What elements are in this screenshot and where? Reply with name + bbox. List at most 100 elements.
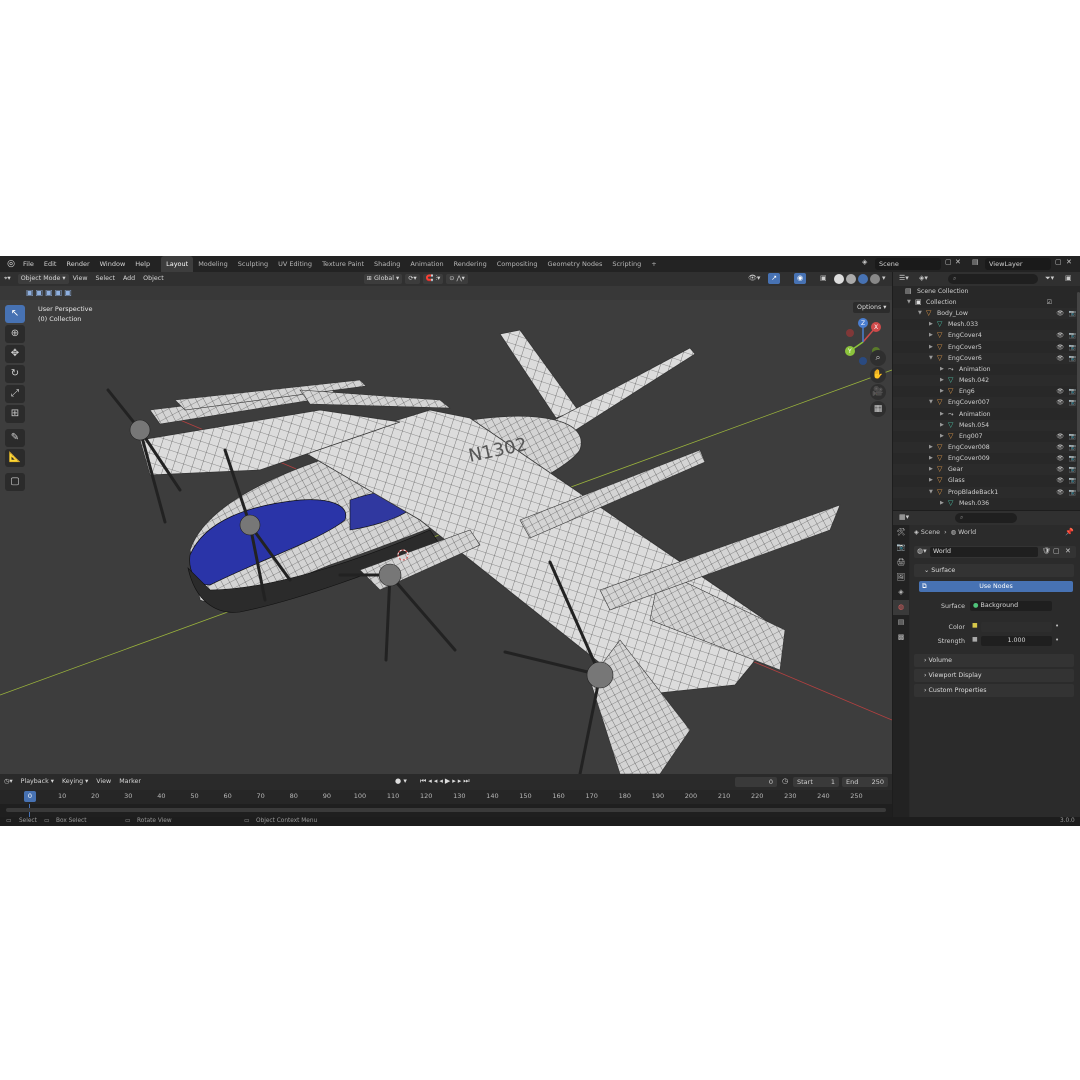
visibility-eye-icon[interactable]: 👁: [1056, 475, 1064, 486]
start-frame-field[interactable]: Start 1: [793, 777, 839, 787]
menu-object[interactable]: Object: [139, 272, 168, 286]
new-layer-icon[interactable]: ▢: [1055, 258, 1062, 266]
timeline-view-menu[interactable]: View: [92, 775, 115, 789]
editor-type-icon[interactable]: ⌖▾: [0, 272, 15, 286]
menu-select[interactable]: Select: [92, 272, 119, 286]
tab-modeling[interactable]: Modeling: [193, 256, 233, 272]
outliner-row[interactable]: ▶ ▽ Mesh.033: [893, 319, 1080, 330]
visibility-eye-icon[interactable]: 👁: [1056, 330, 1064, 341]
color-swatch[interactable]: [981, 622, 1052, 632]
menu-edit[interactable]: Edit: [39, 256, 62, 272]
overlay-toggle-icon[interactable]: ◉: [794, 273, 806, 284]
tab-uv-editing[interactable]: UV Editing: [273, 256, 317, 272]
expand-arrow-icon[interactable]: ▶: [940, 409, 944, 420]
timeline-editor-icon[interactable]: ◷▾: [0, 775, 17, 789]
shading-options-icon[interactable]: ▾: [882, 274, 886, 282]
tab-geometry-nodes[interactable]: Geometry Nodes: [543, 256, 608, 272]
outliner-row[interactable]: ▶ ▽ Eng6 👁 📷: [893, 386, 1080, 397]
render-camera-icon[interactable]: 📷: [1069, 308, 1076, 319]
delete-scene-icon[interactable]: ✕: [955, 258, 961, 266]
end-frame-field[interactable]: End 250: [842, 777, 888, 787]
outliner-row[interactable]: ▶ ▽ Glass 👁 📷: [893, 475, 1080, 486]
marker-menu[interactable]: Marker: [115, 775, 145, 789]
breadcrumb-scene[interactable]: Scene: [921, 529, 940, 536]
scale-tool-icon[interactable]: ⤢: [5, 385, 25, 403]
custom-properties-panel-header[interactable]: › Custom Properties: [914, 684, 1074, 697]
expand-arrow-icon[interactable]: ▶: [940, 498, 944, 509]
scene-tab-icon[interactable]: ◈: [893, 585, 909, 600]
outliner-row[interactable]: ▼ ▽ Body_Low 👁 📷: [893, 308, 1080, 320]
keying-menu[interactable]: Keying ▾: [58, 775, 92, 789]
strength-keyframe-icon[interactable]: •: [1055, 636, 1059, 644]
menu-add[interactable]: Add: [119, 272, 139, 286]
breadcrumb-world[interactable]: World: [958, 529, 976, 536]
outliner-row-scene-collection[interactable]: ▤ Scene Collection: [893, 286, 1080, 297]
outliner-row[interactable]: ▶ ▽ Eng007 👁 📷: [893, 431, 1080, 442]
surface-shader-field[interactable]: ● Background: [970, 601, 1052, 611]
render-camera-icon[interactable]: 📷: [1069, 475, 1076, 486]
expand-arrow-icon[interactable]: ▼: [929, 487, 933, 498]
menu-file[interactable]: File: [18, 256, 39, 272]
expand-arrow-icon[interactable]: ▶: [940, 364, 944, 375]
filter-icon[interactable]: ⏷▾: [1045, 274, 1054, 283]
tab-compositing[interactable]: Compositing: [492, 256, 543, 272]
orientation-dropdown[interactable]: ⊞ Global ▾: [363, 274, 403, 284]
shading-material-icon[interactable]: [858, 274, 868, 284]
outliner-row[interactable]: ▼ ▣ Collection ☑: [893, 297, 1080, 308]
menu-help[interactable]: Help: [130, 256, 155, 272]
visibility-eye-icon[interactable]: 👁: [1056, 308, 1064, 319]
add-cube-tool-icon[interactable]: ▢: [5, 473, 25, 491]
timeline-body[interactable]: [0, 804, 892, 817]
gizmo-toggle-icon[interactable]: ↗: [768, 273, 780, 284]
tab-animation[interactable]: Animation: [405, 256, 448, 272]
use-nodes-button[interactable]: ⧉ Use Nodes: [919, 581, 1073, 592]
playback-controls-icon[interactable]: ⏮◂◂◂▶▸▸⏭: [420, 777, 472, 786]
menu-window[interactable]: Window: [95, 256, 131, 272]
expand-arrow-icon[interactable]: ▶: [929, 342, 933, 353]
outliner-row[interactable]: ▶ ⤳ Animation: [893, 409, 1080, 420]
visibility-eye-icon[interactable]: 👁: [1056, 487, 1064, 498]
playhead[interactable]: 0: [24, 791, 36, 802]
expand-arrow-icon[interactable]: ▶: [940, 420, 944, 431]
visibility-eye-icon[interactable]: 👁: [1056, 397, 1064, 408]
render-camera-icon[interactable]: 📷: [1069, 353, 1076, 364]
3d-viewport[interactable]: N1302 User Perspective (0) Collection ↖ …: [0, 300, 892, 774]
expand-arrow-icon[interactable]: ▶: [929, 319, 933, 330]
unlink-world-icon[interactable]: ✕: [1065, 547, 1071, 555]
world-selector[interactable]: ◍▾ World 🛡 ▢ ✕: [914, 546, 1076, 558]
volume-panel-header[interactable]: › Volume: [914, 654, 1074, 667]
view-layer-selector[interactable]: ViewLayer: [985, 258, 1051, 270]
world-name-field[interactable]: World: [930, 547, 1038, 557]
outliner-row[interactable]: ▶ ▽ Mesh.054: [893, 419, 1080, 431]
outliner-search-input[interactable]: ⌕: [948, 274, 1038, 284]
record-icon[interactable]: ● ▾: [395, 777, 407, 785]
annotate-tool-icon[interactable]: ✎: [5, 429, 25, 447]
render-camera-icon[interactable]: 📷: [1069, 386, 1076, 397]
outliner-row[interactable]: ▶ ▽ Mesh.036: [893, 498, 1080, 509]
tab-rendering[interactable]: Rendering: [449, 256, 492, 272]
expand-arrow-icon[interactable]: ▶: [940, 375, 944, 386]
tab-sculpting[interactable]: Sculpting: [233, 256, 273, 272]
snap-icon[interactable]: 🧲 ⫶▾: [422, 274, 444, 284]
visibility-eye-icon[interactable]: 👁: [1056, 342, 1064, 353]
scene-selector[interactable]: Scene: [875, 258, 941, 270]
outliner-row[interactable]: ▶ ▽ EngCover009 👁 📷: [893, 453, 1080, 464]
outliner-row[interactable]: ▼ ▽ EngCover6 👁 📷: [893, 352, 1080, 364]
zoom-icon[interactable]: ⌕: [870, 350, 886, 366]
object-mode-dropdown[interactable]: Object Mode ▾: [17, 274, 69, 284]
outliner-row[interactable]: ▶ ▽ EngCover008 👁 📷: [893, 441, 1080, 453]
rotate-tool-icon[interactable]: ↻: [5, 365, 25, 383]
display-mode-icon[interactable]: ◈▾: [919, 274, 928, 282]
select-mode-icons[interactable]: ▣▣▣▣▣: [26, 288, 74, 297]
measure-tool-icon[interactable]: 📐: [5, 449, 25, 467]
pivot-icon[interactable]: ⟳▾: [405, 274, 420, 284]
shading-wireframe-icon[interactable]: [834, 274, 844, 284]
tool-tab-icon[interactable]: 🛠: [893, 525, 909, 540]
render-camera-icon[interactable]: 📷: [1069, 453, 1076, 464]
render-camera-icon[interactable]: 📷: [1069, 342, 1076, 353]
visibility-icon[interactable]: 👁▾: [748, 274, 760, 282]
outliner-row[interactable]: ▼ ▽ EngCover007 👁 📷: [893, 397, 1080, 409]
expand-arrow-icon[interactable]: ▼: [929, 353, 933, 364]
outliner-row[interactable]: ▶ ▽ Mesh.042: [893, 375, 1080, 387]
timeline-scrollbar[interactable]: [6, 808, 886, 812]
